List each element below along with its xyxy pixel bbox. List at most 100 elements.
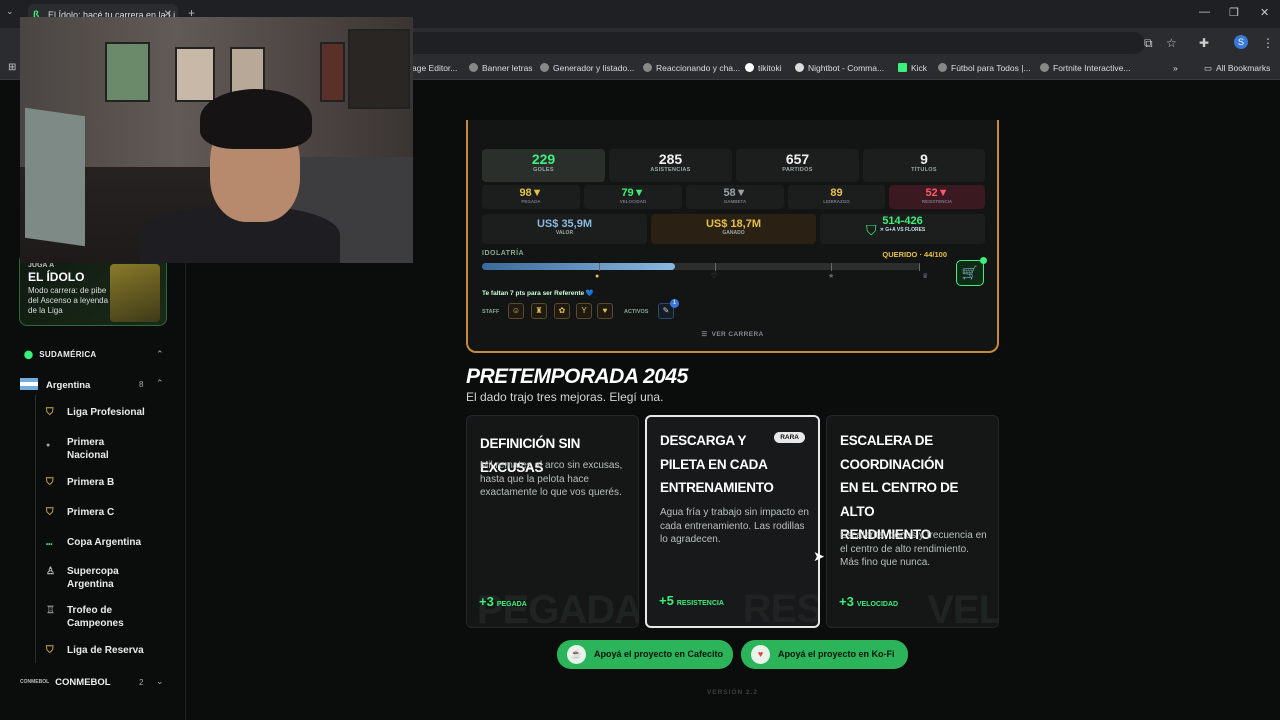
pretemporada-title: PRETEMPORADA 2045 <box>466 365 688 388</box>
close-window-icon[interactable]: ✕ <box>1260 6 1269 19</box>
sidebar-item-primera-b[interactable]: ⛉ Primera B <box>46 476 114 489</box>
sidebar-item-primera-nacional[interactable]: ● Primera Nacional <box>46 436 166 462</box>
shield-icon: ⛉ <box>46 507 54 518</box>
stat-titulos: 9 TÍTULOS <box>863 149 985 182</box>
restore-icon[interactable]: ❐ <box>1229 6 1239 19</box>
notification-dot <box>980 257 987 264</box>
progress-tick <box>715 263 716 271</box>
extensions-icon[interactable]: ✚ <box>1199 36 1209 50</box>
sidebar-item-supercopa-argentina[interactable]: ♙ Supercopa Argentina <box>46 565 166 591</box>
mouse-cursor-icon: ➤ <box>813 548 825 564</box>
sidebar-item-liga-profesional[interactable]: ⛉ Liga Profesional <box>46 406 145 419</box>
staff-brain-icon[interactable]: ✿ <box>554 303 570 319</box>
screen-cast-icon[interactable]: ⧉ <box>1144 36 1153 51</box>
player-card-image <box>110 264 160 322</box>
conmebol-count: 2 <box>139 678 144 687</box>
shield-icon: ⛉ <box>46 477 54 488</box>
staff-label: STAFF <box>482 309 500 315</box>
attr-pegada: 98▼ PEGADA <box>482 185 580 209</box>
crown-icon: ♛ <box>922 273 929 280</box>
option-bonus: +5 RESISTENCIA <box>659 593 724 608</box>
upgrade-option-1[interactable]: PEGADA DEFINICIÓN SIN EXCUSAS Mil remate… <box>466 415 639 628</box>
idolo-promo-card[interactable]: JUGÁ A EL ÍDOLO Modo carrera: de pibe de… <box>19 253 167 326</box>
more-bookmarks-icon[interactable]: » <box>1173 63 1178 73</box>
progress-tick <box>599 263 600 271</box>
country-count: 8 <box>139 380 144 389</box>
upgrade-option-2[interactable]: RES RARA DESCARGA Y PILETA EN CADA ENTRE… <box>645 415 820 628</box>
attr-gambeta: 58▼ GAMBETA <box>686 185 784 209</box>
bookmark-item[interactable]: Reaccionando y cha... <box>643 63 740 73</box>
referente-hint: Te faltan 7 pts para ser Referente 💙 <box>482 290 595 297</box>
staff-trainer-icon[interactable]: ♜ <box>531 303 547 319</box>
bookmark-item[interactable]: Banner letras <box>469 63 533 73</box>
progress-tick <box>831 263 832 271</box>
hand-icon: ● <box>595 273 600 280</box>
bookmark-favicon-icon <box>540 63 549 72</box>
profile-avatar[interactable]: S <box>1234 35 1248 49</box>
dot-icon: ● <box>46 442 51 449</box>
cafecito-button[interactable]: ☕ Apoyá el proyecto en Cafecito <box>557 640 733 669</box>
bookmark-item[interactable]: Fútbol para Todos |... <box>938 63 1031 73</box>
bookmark-item[interactable]: Generador y listado... <box>540 63 634 73</box>
confederation-conmebol[interactable]: CONMEBOL CONMEBOL <box>20 677 111 688</box>
option-bonus: +3 VELOCIDAD <box>839 594 899 609</box>
trophy-icon: ♙ <box>46 566 55 577</box>
sidebar-item-copa-argentina[interactable]: ••• Copa Argentina <box>46 536 141 549</box>
streamer-hair <box>200 89 312 149</box>
bookmark-item[interactable]: Fortnite Interactive... <box>1040 63 1130 73</box>
version-label: VERSIÓN 2.2 <box>706 689 759 696</box>
chevron-up-icon[interactable]: ⌃ <box>156 378 164 389</box>
location-pin-icon: ⬤ <box>24 350 34 359</box>
upgrade-option-3[interactable]: VEL ESCALERA DE COORDINACIÓN EN EL CENTR… <box>826 415 999 628</box>
sidebar-item-trofeo-de-campeones[interactable]: ♖ Trofeo de Campeones <box>46 604 166 630</box>
staff-person-icon[interactable]: ☺ <box>508 303 524 319</box>
sidebar-item-primera-c[interactable]: ⛉ Primera C <box>46 506 114 519</box>
chevron-up-icon[interactable]: ⌃ <box>156 349 164 360</box>
staff-trophy-icon[interactable]: Y <box>576 303 592 319</box>
attr-liderazgo: 89 LIDERAZGO <box>788 185 885 209</box>
stat-partidos: 657 PARTIDOS <box>736 149 859 182</box>
valor-box: US$ 35,9M VALOR <box>482 214 647 244</box>
bookmark-item[interactable]: tikitoki <box>745 63 782 73</box>
bookmark-item[interactable]: Kick <box>898 63 927 73</box>
kick-icon <box>898 63 907 72</box>
chevron-down-icon[interactable]: ⌄ <box>156 676 164 687</box>
nightbot-icon <box>795 63 804 72</box>
all-bookmarks-button[interactable]: ▭ All Bookmarks <box>1204 63 1270 74</box>
staff-heart-icon[interactable]: ♥ <box>597 303 613 319</box>
kofi-button[interactable]: ♥ Apoyá el proyecto en Ko-Fi <box>741 640 908 669</box>
minimize-icon[interactable]: — <box>1199 6 1210 18</box>
address-bar[interactable] <box>400 32 1145 54</box>
rarity-badge: RARA <box>774 432 805 443</box>
ganado-box: US$ 18,7M GANADO <box>651 214 816 244</box>
apps-grid-icon[interactable]: ⊞ <box>8 62 16 73</box>
bookmark-item[interactable]: age Editor... <box>412 63 457 73</box>
ver-carrera-button[interactable]: ☰ VER CARRERA <box>468 330 997 338</box>
lpf-shield-icon: ⛉ <box>46 645 54 656</box>
cafecito-icon: ☕ <box>567 645 586 664</box>
bookmark-favicon-icon <box>469 63 478 72</box>
progress-tick <box>919 263 920 271</box>
streamer-webcam <box>20 17 413 263</box>
sidebar-item-liga-de-reserva[interactable]: ⛉ Liga de Reserva <box>46 644 144 657</box>
menu-icon[interactable]: ⋮ <box>1262 36 1274 50</box>
argentina-flag-icon <box>20 378 38 390</box>
trophy-icon: ♖ <box>46 605 55 616</box>
bookmark-favicon-icon <box>938 63 947 72</box>
shop-cart-button[interactable]: 🛒 <box>956 257 987 286</box>
lpf-shield-icon: ⛉ <box>46 407 54 418</box>
list-icon: ☰ <box>701 331 708 338</box>
career-summary-card: 229 GOLES 285 ASISTENCIAS 657 PARTIDOS 9 TÍT… <box>466 120 999 353</box>
tiktok-icon <box>745 63 754 72</box>
bookmark-favicon-icon <box>643 63 652 72</box>
promo-description: Modo carrera: de pibe del Ascenso a leye… <box>28 286 109 315</box>
bookmark-item[interactable]: Nightbot - Comma... <box>795 63 884 73</box>
stat-asistencias: 285 ASISTENCIAS <box>609 149 732 182</box>
tab-search-chevron-icon[interactable]: ⌄ <box>6 6 14 17</box>
option-description: Escalerita, conos y frecuencia en el cen… <box>840 530 987 568</box>
region-sudamerica[interactable]: ⬤ SUDAMÉRICA <box>24 350 97 359</box>
option-bonus: +3 PEGADA <box>479 594 527 609</box>
country-argentina[interactable]: Argentina <box>20 378 90 391</box>
idolatria-label: IDOLATRÍA <box>482 250 525 257</box>
star-bookmark-icon[interactable]: ☆ <box>1166 36 1177 50</box>
